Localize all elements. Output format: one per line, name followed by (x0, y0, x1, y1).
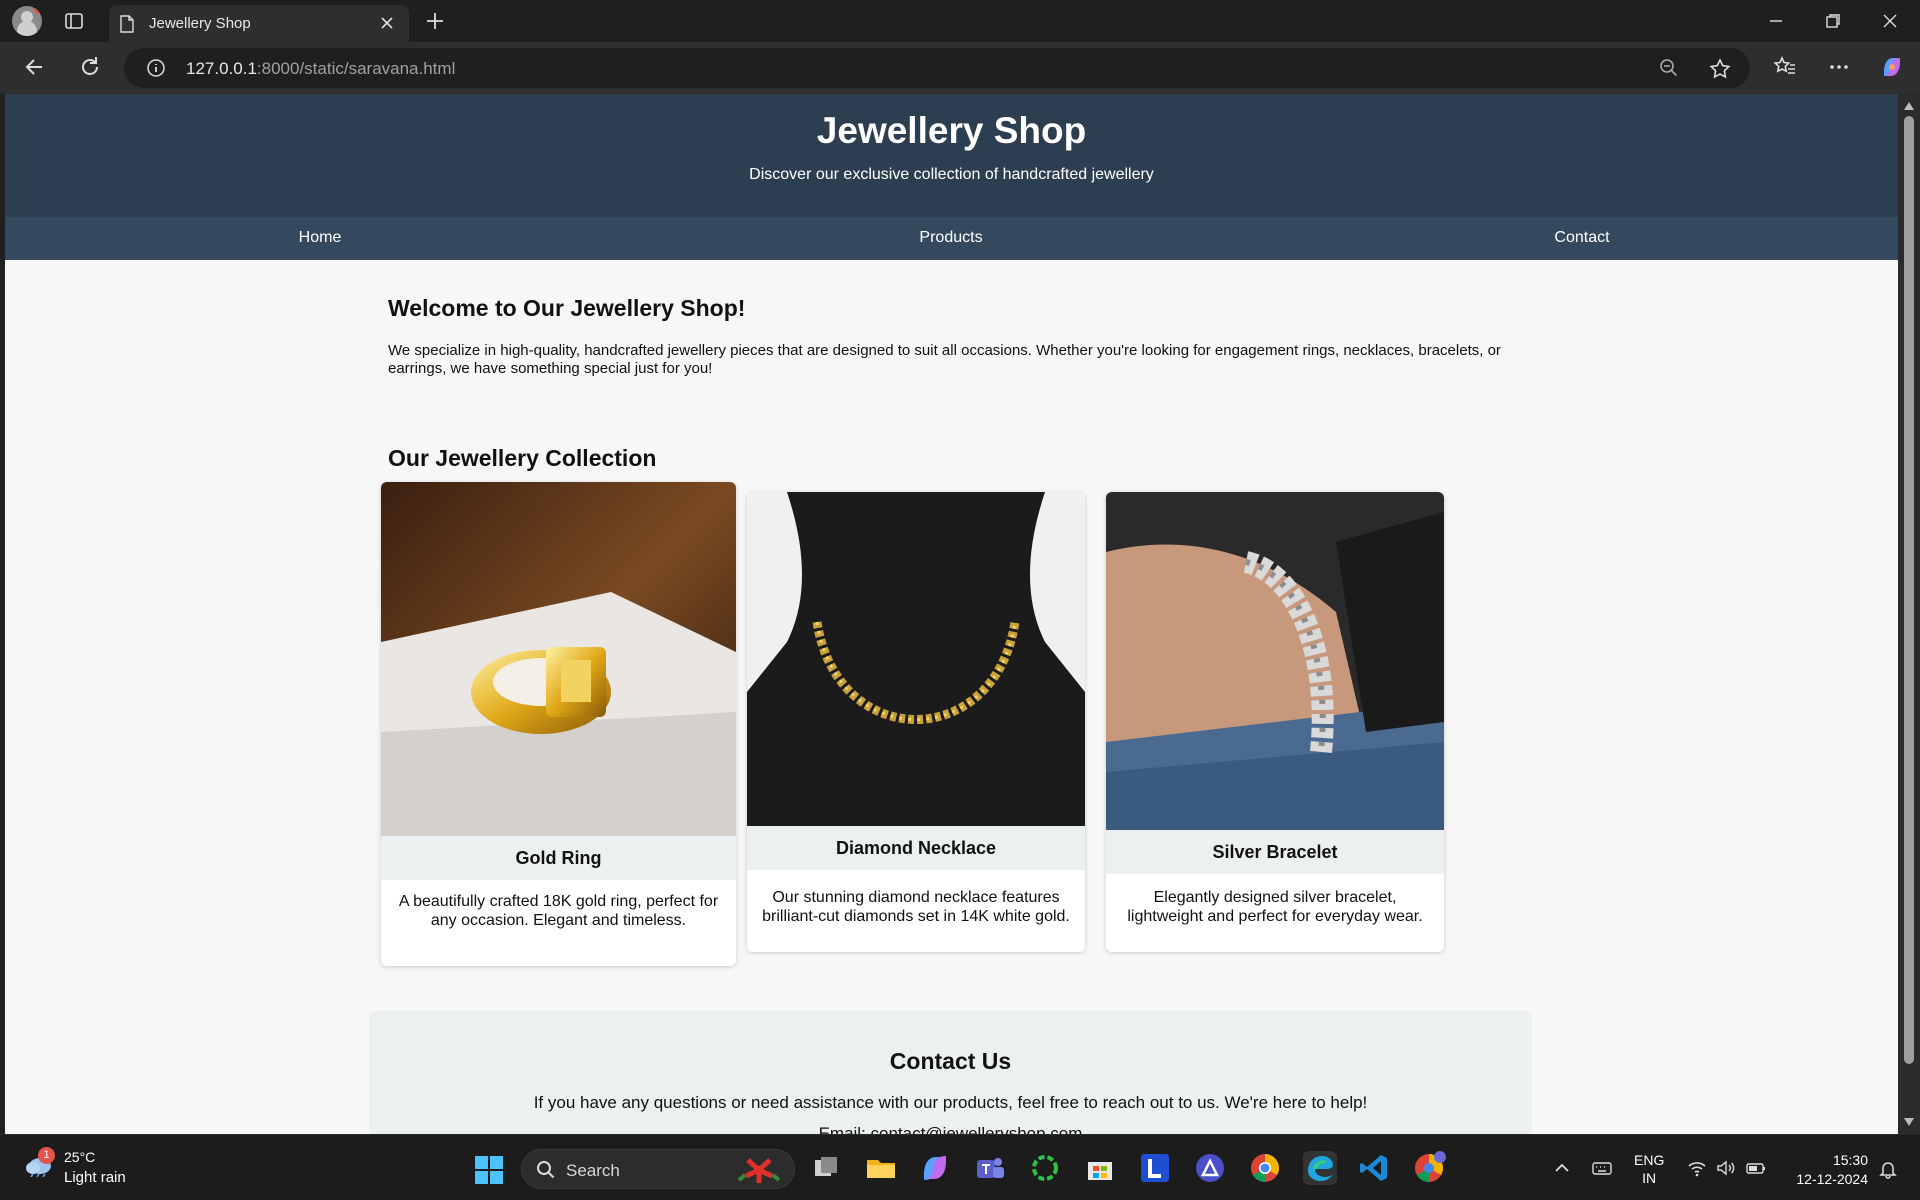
silver-bracelet-image (1106, 492, 1444, 830)
minimize-icon[interactable] (1767, 12, 1785, 30)
poinsettia-icon (737, 1158, 781, 1183)
clock-date: 12-12-2024 (1796, 1171, 1868, 1187)
nav-link-products[interactable]: Products (851, 229, 1051, 247)
scroll-up-icon[interactable] (1904, 102, 1914, 110)
contact-heading: Contact Us (889, 1048, 1012, 1074)
scroll-down-icon[interactable] (1904, 1118, 1914, 1126)
favorites-icon[interactable] (1772, 54, 1798, 80)
refresh-app-icon[interactable] (1028, 1151, 1062, 1185)
file-explorer-icon[interactable] (864, 1151, 898, 1185)
product-name: Diamond Necklace (747, 826, 1085, 870)
nav-link-home[interactable]: Home (220, 229, 420, 247)
l-app-icon[interactable] (1138, 1151, 1172, 1185)
keyboard-icon[interactable] (1592, 1159, 1612, 1177)
taskbar-search[interactable]: Search (521, 1149, 795, 1189)
delta-app-icon[interactable] (1193, 1151, 1227, 1185)
back-icon[interactable] (22, 54, 48, 80)
chrome-icon[interactable] (1248, 1151, 1282, 1185)
weather-widget[interactable]: 1 25°C Light rain (20, 1147, 140, 1191)
chrome-profile-icon[interactable] (1412, 1151, 1446, 1185)
diamond-necklace-image (747, 492, 1085, 826)
page-viewport: Jewellery Shop Discover our exclusive co… (5, 94, 1898, 1134)
browser-tab-bar: Jewellery Shop (0, 0, 1920, 42)
restore-icon[interactable] (1824, 12, 1842, 30)
site-title: Jewellery Shop (816, 110, 1087, 151)
tab-title: Jewellery Shop (149, 15, 251, 32)
windows-start-icon[interactable] (474, 1155, 504, 1185)
more-options-icon[interactable] (1826, 54, 1852, 80)
clock-time: 15:30 (1832, 1152, 1868, 1168)
welcome-heading: Welcome to Our Jewellery Shop! (388, 295, 746, 321)
close-window-icon[interactable] (1881, 12, 1899, 30)
address-bar[interactable]: 127.0.0.1:8000/static/saravana.html (124, 48, 1750, 88)
tab-actions-icon[interactable] (64, 11, 84, 31)
site-nav: Home Products Contact (5, 217, 1898, 260)
copilot-icon[interactable] (1879, 54, 1905, 80)
contact-email[interactable]: Email: contact@jewelleryshop.com (369, 1124, 1532, 1134)
reload-icon[interactable] (77, 54, 103, 80)
wifi-icon[interactable] (1687, 1159, 1707, 1177)
welcome-text: We specialize in high-quality, handcraft… (388, 342, 1501, 377)
product-name: Silver Bracelet (1106, 830, 1444, 874)
copilot-app-icon[interactable] (918, 1151, 952, 1185)
language-code: ENG (1634, 1152, 1665, 1168)
favorite-star-icon[interactable] (1708, 57, 1732, 81)
collection-heading: Our Jewellery Collection (388, 445, 657, 471)
teams-icon[interactable] (973, 1151, 1007, 1185)
search-label: Search (566, 1161, 620, 1180)
task-view-icon[interactable] (809, 1151, 843, 1185)
weather-badge: 1 (38, 1147, 55, 1164)
site-info-icon[interactable] (146, 58, 166, 78)
gold-ring-image (381, 482, 736, 836)
site-tagline: Discover our exclusive collection of han… (749, 166, 1154, 183)
site-header: Jewellery Shop Discover our exclusive co… (5, 94, 1898, 217)
page-icon (120, 15, 134, 33)
tab-jewellery-shop[interactable]: Jewellery Shop (109, 5, 409, 42)
profile-avatar[interactable] (12, 6, 42, 36)
new-tab-icon[interactable] (424, 10, 446, 32)
vscode-icon[interactable] (1357, 1151, 1391, 1185)
url-path: :8000/static/saravana.html (256, 59, 456, 78)
product-card-gold-ring[interactable]: Gold Ring A beautifully crafted 18K gold… (381, 482, 736, 966)
product-description: Our stunning diamond necklace features b… (762, 889, 1070, 925)
contact-section: Contact Us If you have any questions or … (369, 1011, 1532, 1134)
browser-toolbar: 127.0.0.1:8000/static/saravana.html (0, 42, 1920, 94)
contact-text: If you have any questions or need assist… (533, 1093, 1368, 1112)
windows-taskbar: 1 25°C Light rain Search ENG IN 15:30 12… (0, 1134, 1920, 1200)
battery-icon[interactable] (1746, 1159, 1766, 1177)
product-description: Elegantly designed silver bracelet, ligh… (1127, 889, 1423, 925)
zoom-icon[interactable] (1658, 57, 1680, 79)
weather-temperature: 25°C (64, 1149, 96, 1165)
input-language[interactable]: ENG IN (1634, 1151, 1664, 1187)
scrollbar-thumb[interactable] (1904, 116, 1914, 1064)
url-text[interactable]: 127.0.0.1:8000/static/saravana.html (186, 59, 455, 79)
product-card-diamond-necklace[interactable]: Diamond Necklace Our stunning diamond ne… (747, 492, 1085, 952)
notification-bell-icon[interactable] (1878, 1159, 1898, 1179)
microsoft-store-icon[interactable] (1083, 1151, 1117, 1185)
edge-icon[interactable] (1303, 1151, 1337, 1185)
url-host: 127.0.0.1 (186, 59, 257, 78)
close-tab-icon[interactable] (379, 15, 395, 31)
page-scrollbar[interactable] (1898, 94, 1920, 1134)
product-card-silver-bracelet[interactable]: Silver Bracelet Elegantly designed silve… (1106, 492, 1444, 952)
volume-icon[interactable] (1716, 1159, 1736, 1177)
show-hidden-icons-chevron-up-icon[interactable] (1552, 1159, 1572, 1177)
product-description: A beautifully crafted 18K gold ring, per… (398, 893, 719, 929)
search-icon (537, 1161, 555, 1179)
region-code: IN (1642, 1170, 1657, 1186)
weather-condition: Light rain (64, 1169, 126, 1186)
product-name: Gold Ring (381, 836, 736, 880)
system-clock[interactable]: 15:30 12-12-2024 (1788, 1151, 1868, 1189)
notification-dot (34, 6, 42, 14)
nav-link-contact[interactable]: Contact (1482, 229, 1682, 247)
